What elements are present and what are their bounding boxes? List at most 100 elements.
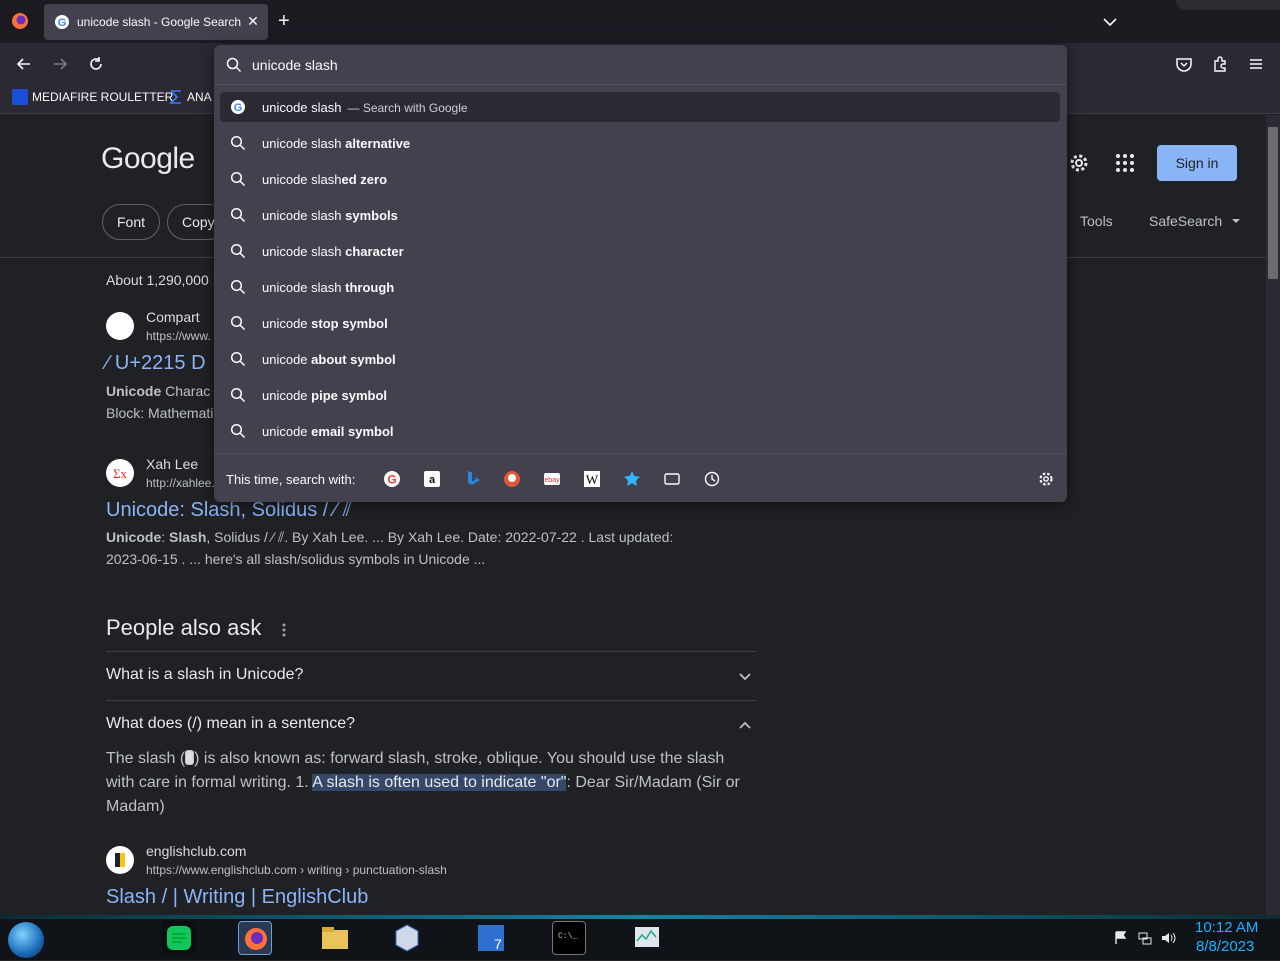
chevron-down-icon[interactable] [1100, 12, 1120, 32]
englishclub-favicon-icon [106, 846, 134, 874]
search-icon [230, 279, 246, 295]
result-url: http://xahlee. [146, 476, 215, 490]
google-icon: G [231, 100, 245, 114]
new-tab-button[interactable]: + [278, 10, 290, 32]
suggestion-item[interactable]: Gunicode slash — Search with Google [220, 92, 1060, 122]
network-icon[interactable] [1137, 930, 1153, 946]
caret-down-icon [1232, 219, 1240, 223]
google-icon[interactable]: G [382, 469, 402, 489]
people-also-ask-heading: People also ask [106, 615, 262, 640]
result-title-link[interactable]: Slash / | Writing | EnglishClub [106, 886, 368, 909]
google-favicon-icon: G [55, 15, 69, 29]
suggestion-action: — Search with Google [347, 101, 468, 115]
tabs-icon[interactable] [662, 469, 682, 489]
extensions-icon[interactable] [1210, 54, 1230, 74]
google-logo[interactable]: Google [101, 142, 195, 176]
result-site-name: Compart [146, 309, 200, 325]
mediafire-icon [12, 89, 28, 105]
more-options-icon[interactable] [280, 622, 288, 638]
menu-icon[interactable] [1246, 54, 1266, 74]
notes-app-icon[interactable] [162, 921, 196, 955]
result-title-link[interactable]: ∕ U+2215 D [106, 352, 206, 375]
firefox-taskbar-icon[interactable] [238, 921, 272, 955]
svg-text:G: G [387, 473, 396, 487]
bookmark-mediafire[interactable]: MEDIAFIRE ROULETTER [32, 90, 173, 104]
system-app-icon[interactable]: 7 [474, 921, 508, 955]
svg-text:W: W [586, 472, 599, 487]
bookmarks-icon[interactable] [622, 469, 642, 489]
search-icon [230, 243, 246, 259]
svg-text:ebay: ebay [544, 477, 560, 484]
terminal-icon[interactable]: C:\_ [552, 921, 586, 955]
compart-favicon-icon [106, 312, 134, 340]
taskbar: 7 C:\_ 10:12 AM 8/8/2023 [0, 915, 1280, 960]
suggestion-item[interactable]: unicode slash character [220, 236, 1060, 266]
search-icon [230, 315, 246, 331]
suggestion-text: unicode slashed zero [262, 172, 388, 187]
paa-question[interactable]: What is a slash in Unicode? [106, 666, 303, 684]
pocket-icon[interactable] [1174, 54, 1194, 74]
duckduckgo-icon[interactable] [502, 469, 522, 489]
wikipedia-icon[interactable]: W [582, 469, 602, 489]
urlbar-input[interactable]: unicode slash [252, 57, 338, 73]
slash-glyph [185, 750, 195, 765]
search-icon [230, 207, 246, 223]
search-settings-gear-icon[interactable] [1037, 470, 1055, 488]
suggestion-item[interactable]: unicode slash through [220, 272, 1060, 302]
svg-text:7: 7 [494, 936, 502, 952]
suggestion-item[interactable]: unicode slash alternative [220, 128, 1060, 158]
file-explorer-icon[interactable] [318, 921, 352, 955]
chevron-down-icon[interactable] [736, 667, 754, 685]
clock-date[interactable]: 8/8/2023 [1196, 938, 1254, 955]
suggestion-item[interactable]: unicode about symbol [220, 344, 1060, 374]
chip-font[interactable]: Font [102, 204, 161, 240]
ebay-icon[interactable]: ebay [542, 469, 562, 489]
bookmark-ana[interactable]: ANA [187, 90, 212, 104]
suggestion-text: unicode email symbol [262, 424, 394, 439]
virtualbox-icon[interactable] [390, 921, 424, 955]
sigma-icon [169, 90, 181, 104]
suggestion-text: unicode slash through [262, 280, 395, 295]
history-icon[interactable] [702, 469, 722, 489]
sign-in-button[interactable]: Sign in [1157, 145, 1237, 181]
task-manager-icon[interactable] [630, 921, 664, 955]
suggestion-text: unicode slash character [262, 244, 404, 259]
safesearch-button[interactable]: SafeSearch [1149, 213, 1222, 229]
search-icon [230, 423, 246, 439]
suggestion-item[interactable]: unicode email symbol [220, 416, 1060, 446]
search-icon [230, 387, 246, 403]
flag-icon[interactable] [1113, 930, 1129, 946]
result-title-link[interactable]: Unicode: Slash, Solidus / ∕ ⫽ [106, 499, 352, 522]
svg-text:Σx: Σx [113, 466, 128, 481]
start-button[interactable] [8, 922, 44, 958]
suggestion-item[interactable]: unicode slashed zero [220, 164, 1060, 194]
reload-icon[interactable] [86, 54, 106, 74]
tab-strip: G unicode slash - Google Search ✕ + [0, 0, 1280, 44]
scrollbar-thumb[interactable] [1268, 127, 1278, 279]
volume-icon[interactable] [1160, 930, 1178, 946]
xahlee-favicon-icon: Σx [106, 459, 134, 487]
tab-google-search[interactable]: G unicode slash - Google Search ✕ [44, 4, 268, 40]
back-icon[interactable] [14, 54, 34, 74]
page-scrollbar[interactable] [1266, 115, 1280, 915]
firefox-icon[interactable] [10, 11, 30, 31]
apps-grid-icon[interactable] [1115, 153, 1135, 173]
suggestion-item[interactable]: unicode pipe symbol [220, 380, 1060, 410]
window-decoration [1176, 0, 1280, 10]
close-tab-icon[interactable]: ✕ [244, 12, 262, 30]
suggestion-item[interactable]: unicode slash symbols [220, 200, 1060, 230]
forward-icon[interactable] [50, 54, 70, 74]
amazon-icon[interactable]: a [422, 469, 442, 489]
result-stats: About 1,290,000 [106, 272, 209, 288]
paa-question[interactable]: What does (/) mean in a sentence? [106, 715, 355, 733]
tools-button[interactable]: Tools [1080, 213, 1113, 229]
suggestion-item[interactable]: unicode stop symbol [220, 308, 1060, 338]
svg-text:a: a [429, 474, 436, 486]
chevron-up-icon[interactable] [736, 716, 754, 734]
clock-time[interactable]: 10:12 AM [1195, 919, 1258, 936]
tab-title: unicode slash - Google Search [77, 15, 242, 29]
urlbar-popup: unicode slash Gunicode slash — Search wit… [214, 45, 1067, 502]
settings-gear-icon[interactable] [1068, 152, 1090, 174]
divider [214, 453, 1067, 454]
bing-icon[interactable] [462, 469, 482, 489]
